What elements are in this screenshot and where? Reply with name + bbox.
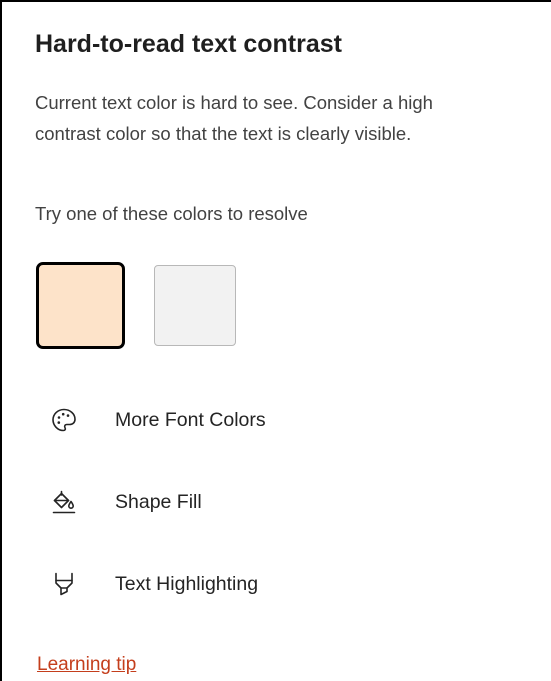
learning-tip-link[interactable]: Learning tip <box>37 654 136 676</box>
shape-fill-label: Shape Fill <box>115 490 202 513</box>
text-highlighting-label: Text Highlighting <box>115 572 259 595</box>
paint-bucket-icon <box>50 488 78 516</box>
shape-fill-button[interactable]: Shape Fill <box>50 484 202 520</box>
highlighter-icon <box>50 570 78 598</box>
palette-icon <box>50 406 78 434</box>
issue-description: Current text color is hard to see. Consi… <box>35 87 551 149</box>
description-line: contrast color so that the text is clear… <box>35 123 412 144</box>
pane-title: Hard-to-read text contrast <box>35 30 342 58</box>
more-font-colors-label: More Font Colors <box>115 408 266 431</box>
text-highlighting-button[interactable]: Text Highlighting <box>50 566 258 602</box>
color-swatch-peach[interactable] <box>36 262 125 349</box>
more-font-colors-button[interactable]: More Font Colors <box>50 402 266 438</box>
suggestion-label: Try one of these colors to resolve <box>35 203 308 224</box>
contrast-pane: Hard-to-read text contrast Current text … <box>0 0 551 681</box>
color-swatch-light-gray[interactable] <box>154 265 236 346</box>
description-line: Current text color is hard to see. Consi… <box>35 92 433 113</box>
